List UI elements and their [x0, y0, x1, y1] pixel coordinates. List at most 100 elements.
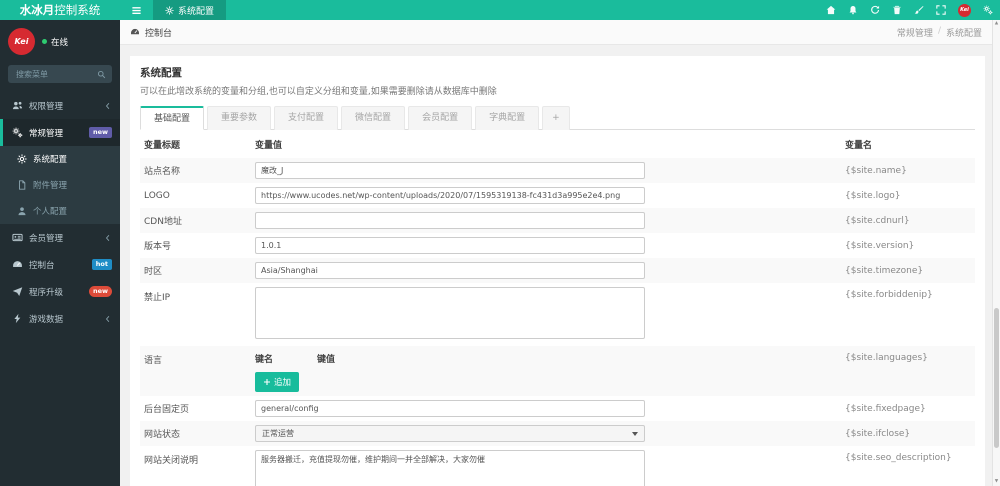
trash-icon [893, 5, 901, 15]
table-row: CDN地址 {$site.cdnurl} [140, 208, 975, 233]
config-varname: {$site.logo} [845, 190, 901, 201]
table-row: LOGO {$site.logo} [140, 183, 975, 208]
tab[interactable]: 微信配置 [341, 106, 406, 130]
sidebar-search [8, 65, 112, 83]
tab[interactable]: 基础配置 [140, 106, 205, 130]
header-actions: Kei [824, 0, 1000, 20]
sidebar-subitem-label: 个人配置 [33, 207, 68, 217]
top-bar: 水冰月控制系统 系统配置 Kei [0, 0, 1000, 20]
config-table: 站点名称 {$site.name} LOGO {$site.logo} CDN地址 {$s… [140, 158, 975, 486]
sidebar-item[interactable]: 会员管理 [0, 224, 120, 251]
append-button[interactable]: 追加 [255, 372, 300, 392]
scrollbar-thumb[interactable] [994, 308, 999, 448]
compress-icon [936, 5, 946, 15]
sidebar-subitem[interactable]: 个人配置 [0, 198, 120, 224]
search-input[interactable] [14, 68, 97, 80]
config-label: 时区 [144, 267, 163, 277]
scroll-up-icon[interactable]: ▲ [993, 20, 1000, 28]
header-compress-button[interactable] [934, 0, 948, 20]
config-textarea[interactable]: 服务器搬迁，充值提现勿催，维护期间一并全部解决，大家勿催 [255, 450, 645, 486]
config-label: 后台固定页 [144, 405, 190, 415]
sidebar-item-label: 权限管理 [29, 101, 64, 112]
search-icon[interactable] [97, 70, 106, 79]
table-row: 版本号 {$site.version} [140, 233, 975, 258]
breadcrumb-link-parent[interactable]: 常规管理 [897, 26, 933, 39]
idcard-icon [12, 233, 23, 242]
config-label: 网站状态 [144, 430, 181, 440]
search-icon [97, 70, 106, 78]
breadcrumb-trail: 常规管理 / 系统配置 [897, 26, 982, 39]
header-avatar-button[interactable]: Kei [956, 0, 973, 20]
sidebar-item[interactable]: 控制台 hot [0, 251, 120, 278]
refresh-icon [871, 5, 880, 14]
table-header-row: 变量标题 变量值 变量名 [140, 130, 975, 158]
config-select[interactable]: 正常运营 [255, 425, 645, 442]
sidebar-subitem[interactable]: 附件管理 [0, 172, 120, 198]
sidebar-item[interactable]: 游戏数据 [0, 305, 120, 332]
app-title-bold: 水冰月 [19, 3, 55, 17]
plus-icon [264, 379, 270, 385]
open-tab-system-config[interactable]: 系统配置 [153, 0, 227, 20]
header-refresh-button[interactable] [868, 0, 882, 20]
config-label: 语言 [144, 356, 163, 366]
user-icon [18, 207, 26, 216]
config-input[interactable] [255, 212, 645, 229]
user-panel: Kei 在线 [0, 20, 120, 60]
sidebar-item[interactable]: 程序升级 new [0, 278, 120, 305]
online-status-label: 在线 [51, 37, 69, 48]
table-row: 站点名称 {$site.name} [140, 158, 975, 183]
home-icon [826, 5, 836, 15]
tab[interactable]: 支付配置 [274, 106, 339, 130]
add-tab-button[interactable]: + [542, 106, 570, 130]
config-varname: {$site.name} [845, 165, 907, 176]
header-home-button[interactable] [824, 0, 838, 20]
config-varname: {$site.timezone} [845, 265, 924, 276]
header-brush-button[interactable] [912, 0, 926, 20]
brush-icon [914, 6, 924, 14]
sidebar-subitem-label: 附件管理 [33, 181, 68, 191]
open-tab-label: 系统配置 [178, 6, 215, 17]
sidebar-item-label: 游戏数据 [29, 314, 64, 325]
sidebar-subitem[interactable]: 系统配置 [0, 146, 120, 172]
gear-icon [165, 5, 174, 15]
tab[interactable]: 字典配置 [475, 106, 540, 130]
config-varname: {$site.version} [845, 240, 915, 251]
sidebar-item[interactable]: 常规管理 new [0, 119, 120, 146]
file-icon [19, 180, 26, 190]
config-input[interactable] [255, 162, 645, 179]
sidebar: Kei 在线 权限管理常规管理 new 系统配置附件管理个人配置会员管理控制台 hot… [0, 20, 120, 486]
sidebar-item-label: 控制台 [29, 260, 55, 271]
header-bell-button[interactable] [846, 0, 860, 20]
sidebar-item-label: 会员管理 [29, 233, 64, 244]
config-input[interactable] [255, 237, 645, 254]
sidebar-item-label: 程序升级 [29, 287, 64, 298]
table-row: 网站关闭说明 服务器搬迁，充值提现勿催，维护期间一并全部解决，大家勿催 {$site… [140, 446, 975, 486]
sidebar-subitem-label: 系统配置 [33, 155, 68, 165]
sidebar-toggle-button[interactable] [120, 0, 153, 20]
scroll-down-icon[interactable]: ▼ [993, 478, 1000, 486]
page-title: 系统配置 [140, 67, 182, 79]
config-input[interactable] [255, 400, 645, 417]
sidebar-item[interactable]: 权限管理 [0, 92, 120, 119]
breadcrumb-current: 控制台 [145, 28, 173, 39]
table-row: 后台固定页 {$site.fixedpage} [140, 396, 975, 421]
select-value: 正常运营 [262, 429, 294, 438]
append-button-label: 追加 [274, 378, 292, 388]
config-input[interactable] [255, 262, 645, 279]
page-description: 可以在此增改系统的变量和分组,也可以自定义分组和变量,如果需要删除请从数据库中删… [140, 87, 497, 97]
breadcrumb-link-current[interactable]: 系统配置 [946, 26, 982, 39]
table-header-varname: 变量名 [845, 141, 873, 151]
header-trash-button[interactable] [890, 0, 904, 20]
config-varname: {$site.fixedpage} [845, 403, 926, 414]
tab[interactable]: 重要参数 [207, 106, 272, 130]
config-textarea[interactable] [255, 287, 645, 339]
tab[interactable]: 会员配置 [408, 106, 473, 130]
main-area: 控制台 常规管理 / 系统配置 系统配置 可以在此增改系统的变量和分组,也可以自… [120, 20, 992, 486]
header-settings-button[interactable] [981, 0, 995, 20]
table-row: 禁止IP {$site.forbiddenip} [140, 283, 975, 346]
plane-icon [12, 287, 23, 296]
page-scrollbar[interactable]: ▲ ▼ [992, 20, 1000, 486]
config-input[interactable] [255, 187, 645, 204]
online-dot-icon [42, 39, 47, 44]
chevron-left-icon [105, 315, 110, 322]
